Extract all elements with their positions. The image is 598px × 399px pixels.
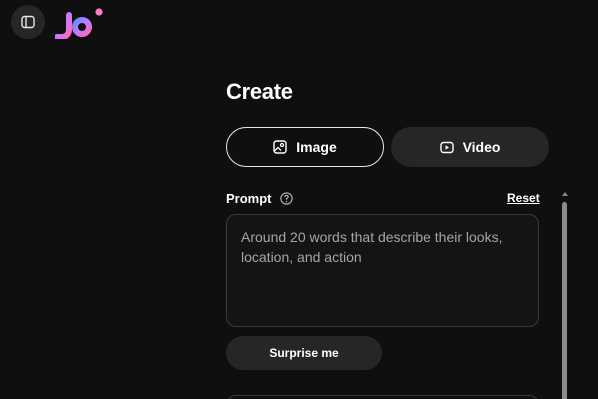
scrollbar-thumb[interactable] (562, 202, 567, 399)
mode-video-button[interactable]: Video (391, 127, 549, 167)
surprise-me-button[interactable]: Surprise me (226, 336, 382, 370)
reset-link[interactable]: Reset (507, 191, 540, 205)
prompt-label: Prompt (226, 191, 272, 206)
mode-image-label: Image (296, 139, 337, 155)
next-section-box (226, 395, 539, 399)
prompt-textarea[interactable]: Around 20 words that describe their look… (226, 214, 539, 327)
sidebar-toggle-button[interactable] (11, 5, 45, 39)
mode-video-label: Video (462, 139, 501, 155)
prompt-label-row: Prompt (226, 191, 293, 206)
video-icon (439, 141, 454, 153)
create-page: Create Image Video Prompt Reset Around 2… (0, 0, 598, 399)
scrollbar[interactable] (561, 192, 569, 399)
mode-image-button[interactable]: Image (226, 127, 384, 167)
scroll-up-arrow[interactable] (562, 192, 568, 196)
sidebar-toggle-icon (21, 15, 35, 29)
page-title: Create (226, 79, 293, 104)
image-icon (273, 140, 287, 154)
joi-logo[interactable] (55, 7, 107, 39)
help-circle-icon[interactable] (279, 192, 293, 205)
